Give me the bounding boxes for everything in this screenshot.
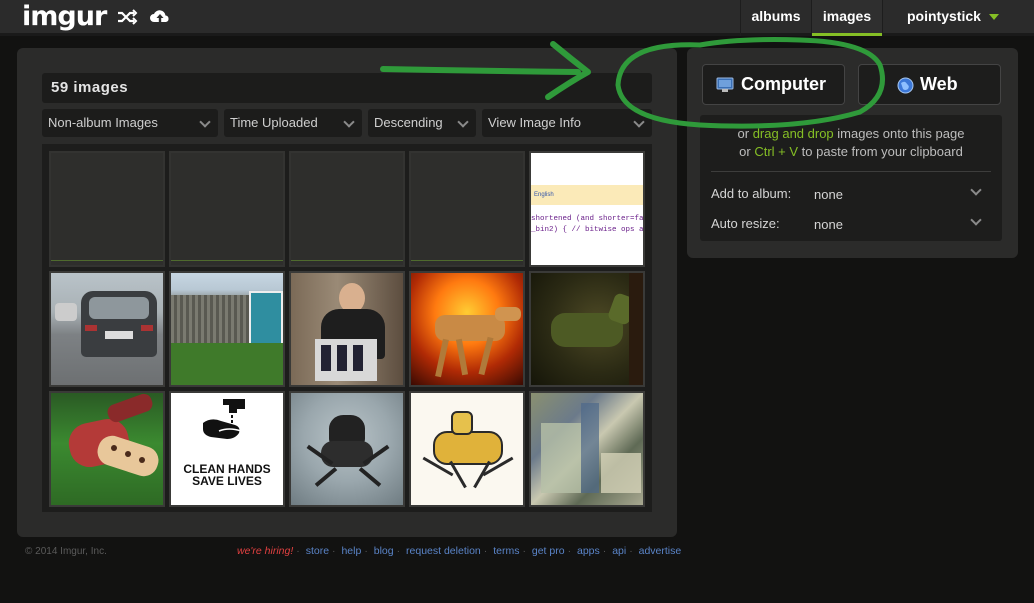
chevron-down-icon: [988, 14, 999, 21]
view-mode-select[interactable]: View Image Info: [482, 109, 652, 137]
hint-text: or: [737, 126, 753, 141]
image-thumbnail-creature-drawing[interactable]: [409, 391, 525, 507]
hint-paste-shortcut: Ctrl + V: [754, 144, 799, 159]
image-thumbnail-person-photo[interactable]: [289, 271, 405, 387]
image-thumbnail-loading[interactable]: [49, 151, 165, 267]
footer-copyright: © 2014 Imgur, Inc.: [25, 546, 107, 557]
footer-link-help[interactable]: help: [341, 545, 361, 557]
faucet-hands-graphic: [203, 399, 245, 439]
upload-computer-label: Computer: [741, 74, 826, 94]
upload-options-box: or drag and drop images onto this page o…: [700, 115, 1002, 241]
nav-images[interactable]: images: [812, 0, 882, 36]
shuffle-icon[interactable]: [116, 7, 138, 27]
auto-resize-label: Auto resize:: [711, 216, 780, 231]
image-thumbnail-loading[interactable]: [409, 151, 525, 267]
image-thumbnail-code-screenshot[interactable]: English shortened (and shorter=faster) _…: [529, 151, 645, 267]
images-panel: 59 images Non-album Images Time Uploaded…: [17, 48, 677, 537]
upload-web-label: Web: [920, 74, 958, 94]
sort-order-select[interactable]: Descending: [368, 109, 476, 137]
divider: [711, 171, 991, 172]
nav-albums[interactable]: albums: [741, 0, 811, 36]
view-mode-label: View Image Info: [488, 115, 581, 130]
filter-album-label: Non-album Images: [48, 115, 158, 130]
nav-user-menu[interactable]: pointystick: [895, 0, 1025, 36]
image-thumbnail-clean-hands-poster[interactable]: CLEAN HANDS SAVE LIVES: [169, 391, 285, 507]
chevron-down-icon[interactable]: [970, 184, 982, 196]
footer-link-apps[interactable]: apps: [577, 545, 600, 557]
sort-field-label: Time Uploaded: [230, 115, 318, 130]
top-bar: imgur albums images pointystick: [0, 0, 1034, 36]
sort-field-select[interactable]: Time Uploaded: [224, 109, 362, 137]
footer-link-get-pro[interactable]: get pro: [532, 545, 565, 557]
hint-text: to paste from your clipboard: [798, 144, 963, 159]
footer-link-store[interactable]: store: [306, 545, 329, 557]
hint-text: or: [739, 144, 755, 159]
upload-cloud-icon[interactable]: [149, 7, 171, 27]
drag-drop-hint: or drag and drop images onto this page: [700, 126, 1002, 141]
imgur-logo[interactable]: imgur: [22, 1, 107, 32]
image-thumbnail-loading[interactable]: [289, 151, 405, 267]
image-count: 59 images: [51, 79, 129, 96]
globe-icon: [897, 77, 914, 94]
image-thumbnail-creature-grass[interactable]: [49, 391, 165, 507]
footer-link-request-deletion[interactable]: request deletion: [406, 545, 481, 557]
sort-order-label: Descending: [374, 115, 443, 130]
upload-computer-button[interactable]: Computer: [702, 64, 845, 105]
auto-resize-select[interactable]: none: [814, 217, 843, 232]
poster-line-2: SAVE LIVES: [192, 474, 262, 488]
filter-album-select[interactable]: Non-album Images: [42, 109, 218, 137]
chevron-down-icon: [457, 116, 469, 128]
footer-link-blog[interactable]: blog: [374, 545, 394, 557]
username: pointystick: [907, 8, 981, 24]
image-thumbnail-creature-sketch[interactable]: [289, 391, 405, 507]
footer-link-terms[interactable]: terms: [493, 545, 519, 557]
hint-text: images onto this page: [833, 126, 965, 141]
monitor-icon: [716, 77, 734, 92]
upload-panel: Computer Web or drag and drop images ont…: [687, 48, 1018, 258]
image-thumbnail-car-traffic[interactable]: [49, 271, 165, 387]
chevron-down-icon: [343, 116, 355, 128]
footer-hiring-link[interactable]: we're hiring!: [237, 545, 293, 557]
footer-link-advertise[interactable]: advertise: [639, 545, 682, 557]
paste-hint: or Ctrl + V to paste from your clipboard: [700, 144, 1002, 159]
image-thumbnail-loading[interactable]: [169, 151, 285, 267]
image-thumbnail-creature-dark[interactable]: [529, 271, 645, 387]
image-thumbnail-creature-fire[interactable]: [409, 271, 525, 387]
image-thumbnail-blurry-screenshot[interactable]: [529, 391, 645, 507]
image-thumbnail-fence-sign[interactable]: [169, 271, 285, 387]
upload-web-button[interactable]: Web: [858, 64, 1001, 105]
code-line: English: [534, 192, 554, 198]
image-grid: English shortened (and shorter=faster) _…: [42, 144, 652, 512]
code-line: _bin2) { // bitwise ops accept de: [531, 226, 644, 234]
hint-drag-drop: drag and drop: [752, 126, 834, 141]
code-line: shortened (and shorter=faster): [531, 215, 644, 223]
footer-link-api[interactable]: api: [612, 545, 626, 557]
add-to-album-select[interactable]: none: [814, 187, 843, 202]
chevron-down-icon[interactable]: [970, 214, 982, 226]
chevron-down-icon: [199, 116, 211, 128]
image-count-bar: 59 images: [42, 73, 652, 103]
footer-links: we're hiring! · store · help · blog · reques…: [237, 545, 682, 557]
add-to-album-label: Add to album:: [711, 186, 792, 201]
chevron-down-icon: [633, 116, 645, 128]
